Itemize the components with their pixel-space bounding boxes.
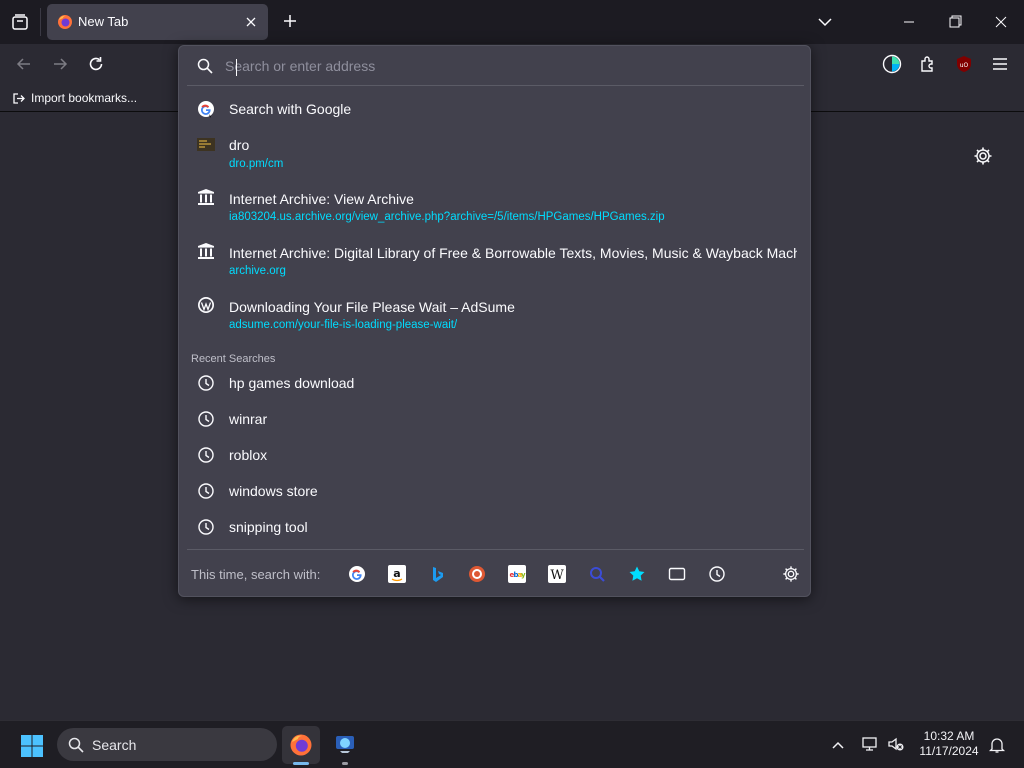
tabs-icon[interactable] <box>667 564 687 584</box>
history-clock-icon <box>197 518 215 536</box>
network-icon[interactable] <box>861 735 879 753</box>
title-bar: New Tab <box>0 0 1024 44</box>
result-title: Internet Archive: View Archive <box>229 191 414 207</box>
firefox-view-icon[interactable] <box>8 10 32 34</box>
svg-text:W: W <box>550 568 564 583</box>
taskbar-app-icon[interactable] <box>330 729 360 759</box>
minimize-icon[interactable] <box>898 12 920 32</box>
app-menu-hamburger-icon[interactable] <box>988 52 1012 76</box>
google-icon <box>197 100 215 118</box>
ebay-icon[interactable]: ebay <box>507 564 527 584</box>
recent-searches-heading: Recent Searches <box>191 353 276 365</box>
search-engine-icon[interactable] <box>587 564 607 584</box>
recent-search-item[interactable]: windows store <box>187 476 804 506</box>
back-arrow-icon[interactable] <box>12 52 36 76</box>
result-title: Internet Archive: Digital Library of Fre… <box>229 245 797 261</box>
duckduckgo-icon[interactable] <box>467 564 487 584</box>
recent-search-text: roblox <box>229 447 268 463</box>
urlbar-input[interactable] <box>225 51 804 81</box>
reload-icon[interactable] <box>84 52 108 76</box>
taskbar-search-label: Search <box>92 736 137 753</box>
import-icon <box>13 93 25 104</box>
tab-separator <box>40 8 41 36</box>
urlbar-popup: Search with Google dro dro.pm/cm Interne… <box>178 45 811 597</box>
import-bookmarks-label: Import bookmarks... <box>31 91 138 105</box>
google-icon[interactable] <box>347 564 367 584</box>
firefox-active-indicator <box>293 762 309 765</box>
history-clock-icon <box>197 410 215 428</box>
recent-search-text: winrar <box>229 411 268 427</box>
list-item[interactable]: dro dro.pm/cm <box>187 132 804 176</box>
result-title: Downloading Your File Please Wait – AdSu… <box>229 299 515 315</box>
result-url: archive.org <box>229 265 286 277</box>
taskbar-search-box[interactable]: Search <box>57 728 277 761</box>
notification-bell-icon[interactable] <box>988 736 1006 754</box>
dro-favicon <box>197 136 215 154</box>
history-clock-icon <box>197 446 215 464</box>
new-tab-plus-icon[interactable] <box>280 11 300 31</box>
recent-search-text: hp games download <box>229 375 355 391</box>
close-window-icon[interactable] <box>990 12 1012 32</box>
svg-text:uO: uO <box>960 62 969 69</box>
result-url: adsume.com/your-file-is-loading-please-w… <box>229 319 458 331</box>
bing-icon[interactable] <box>427 564 447 584</box>
history-clock-icon <box>197 374 215 392</box>
app-running-indicator <box>342 762 348 765</box>
import-bookmarks-button[interactable]: Import bookmarks... <box>12 91 137 105</box>
result-title: dro <box>229 137 250 153</box>
svg-text:y: y <box>521 571 526 579</box>
recent-search-item[interactable]: roblox <box>187 440 804 470</box>
page-settings-gear-icon[interactable] <box>973 146 993 166</box>
tab-new-tab[interactable]: New Tab <box>47 4 268 40</box>
result-url: ia803204.us.archive.org/view_archive.php… <box>229 211 665 223</box>
windows-taskbar: Search 10:32 AM 11/17/2024 <box>0 720 1024 768</box>
archive-icon <box>197 188 215 206</box>
list-all-tabs-chevron-icon[interactable] <box>815 12 835 32</box>
clock-time: 10:32 AM <box>923 729 975 743</box>
show-hidden-icons-chevron-icon[interactable] <box>830 737 846 753</box>
wordpress-icon <box>197 296 215 314</box>
recent-search-item[interactable]: snipping tool <box>187 512 804 542</box>
search-with-google-label: Search with Google <box>229 101 352 117</box>
account-icon[interactable] <box>880 52 904 76</box>
one-off-label: This time, search with: <box>191 567 321 582</box>
one-off-separator <box>187 549 804 550</box>
taskbar-clock[interactable]: 10:32 AM 11/17/2024 <box>912 729 986 759</box>
urlbar[interactable] <box>187 48 804 84</box>
amazon-icon[interactable]: a <box>387 564 407 584</box>
taskbar-firefox-icon[interactable] <box>282 726 320 764</box>
list-item[interactable]: Downloading Your File Please Wait – AdSu… <box>187 294 804 338</box>
recent-search-text: snipping tool <box>229 519 308 535</box>
recent-search-text: windows store <box>229 483 318 499</box>
search-icon <box>68 737 84 753</box>
firefox-icon <box>57 14 73 30</box>
tab-title: New Tab <box>78 14 129 29</box>
search-with-google-row[interactable]: Search with Google <box>187 94 804 124</box>
forward-arrow-icon[interactable] <box>48 52 72 76</box>
svg-text:a: a <box>393 567 400 580</box>
close-tab-icon[interactable] <box>243 14 259 30</box>
archive-icon <box>197 242 215 260</box>
search-icon <box>197 58 213 74</box>
bookmarks-star-icon[interactable] <box>627 564 647 584</box>
result-url: dro.pm/cm <box>229 158 284 170</box>
windows-start-icon[interactable] <box>20 734 44 758</box>
recent-search-item[interactable]: winrar <box>187 404 804 434</box>
wikipedia-icon[interactable]: W <box>547 564 567 584</box>
history-clock-icon <box>197 482 215 500</box>
clock-date: 11/17/2024 <box>919 744 979 758</box>
ublock-origin-icon[interactable]: uO <box>952 52 976 76</box>
volume-muted-icon[interactable] <box>887 735 905 753</box>
search-settings-gear-icon[interactable] <box>781 564 801 584</box>
history-icon[interactable] <box>707 564 727 584</box>
recent-search-item[interactable]: hp games download <box>187 368 804 398</box>
list-item[interactable]: Internet Archive: Digital Library of Fre… <box>187 240 804 284</box>
restore-icon[interactable] <box>944 12 966 32</box>
list-item[interactable]: Internet Archive: View Archive ia803204.… <box>187 186 804 230</box>
text-caret <box>236 59 237 76</box>
extensions-puzzle-icon[interactable] <box>916 52 940 76</box>
urlbar-separator <box>187 85 804 86</box>
